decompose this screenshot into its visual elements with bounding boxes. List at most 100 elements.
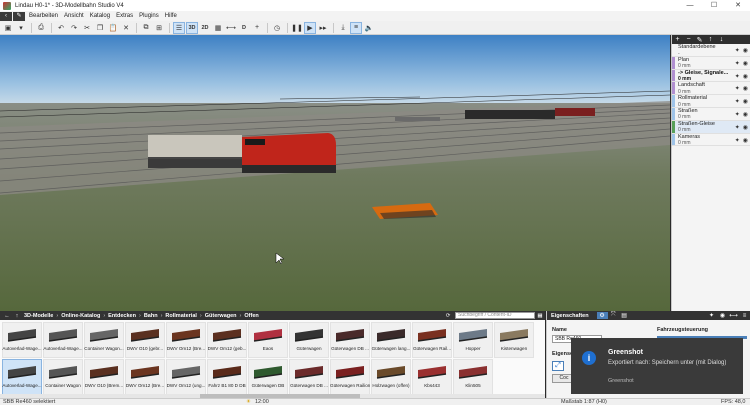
layer-row[interactable]: Rollmaterial 0 mm ✦ ◉ [672, 95, 750, 108]
settings-gear-icon[interactable]: ⚙ [596, 312, 608, 319]
download-icon[interactable]: ⤓ [337, 22, 349, 34]
add-layer-icon[interactable]: + [672, 36, 683, 43]
catalog-item[interactable]: Güterwagen DB [248, 359, 288, 395]
eye-icon[interactable]: ◉ [743, 111, 748, 118]
delete-icon[interactable]: ✕ [120, 22, 132, 34]
redo-icon[interactable]: ↷ [68, 22, 80, 34]
minimize-button[interactable]: — [678, 0, 702, 11]
catalog-item[interactable]: Holzwagen (offen) [371, 359, 411, 395]
eye-icon[interactable]: ◉ [743, 73, 748, 80]
remove-layer-icon[interactable]: − [683, 36, 694, 43]
catalog-search-input[interactable]: Suchbegriff / Content-ID [455, 312, 535, 319]
pin-icon[interactable]: ✦ [735, 98, 740, 105]
layer-row[interactable]: Straßen 0 mm ✦ ◉ [672, 107, 750, 121]
print-icon[interactable]: ⎙ [35, 22, 47, 34]
fast-forward-icon[interactable]: ▸▸ [317, 22, 329, 34]
breadcrumb-item[interactable]: Bahn [142, 313, 160, 319]
copy-objects-icon[interactable]: ⧉ [140, 22, 152, 34]
view-3d-button[interactable]: 3D [186, 21, 198, 34]
catalog-item[interactable]: Autoverlad-Wage... [43, 322, 83, 358]
catalog-item[interactable]: Autoverlad-Wage... [2, 322, 42, 358]
copy-icon[interactable]: ❐ [94, 22, 106, 34]
catalog-item[interactable]: Fahrz B1 80 D DB [207, 359, 247, 395]
pin-icon[interactable]: ✦ [735, 111, 740, 118]
menu-icon[interactable]: ≡ [739, 313, 750, 319]
catalog-item[interactable]: Eaos [248, 322, 288, 358]
back-arrow-icon[interactable]: ← [2, 313, 12, 319]
pin-icon[interactable]: ✦ [735, 137, 740, 144]
catalog-item[interactable]: DWV Om12 (Bre... [166, 322, 206, 358]
catalog-item[interactable]: Güterwagen DB ... [330, 322, 370, 358]
pin-icon[interactable]: ✦ [706, 312, 717, 319]
play-icon[interactable]: ▶ [304, 21, 316, 34]
expand-icon[interactable]: ⤢ [552, 361, 564, 371]
breadcrumb-item[interactable]: Entdecken [106, 313, 138, 319]
layer-row[interactable]: -> Gleise, Signale... 0 mm ✦ ◉ [672, 69, 750, 83]
catalog-item[interactable]: DWV Om12 (Bre... [125, 359, 165, 395]
view-2d-button[interactable]: 2D [199, 22, 211, 34]
add-icon[interactable]: + [251, 22, 263, 34]
pause-icon[interactable]: ❚❚ [291, 22, 303, 34]
link-icon[interactable]: ⟷ [728, 312, 739, 319]
breadcrumb-item[interactable]: 3D-Modelle [22, 313, 55, 319]
breadcrumb-item[interactable]: Offen [242, 313, 260, 319]
time-display[interactable]: 12:00 [255, 399, 269, 405]
breadcrumb-item[interactable]: Güterwagen [203, 313, 239, 319]
menu-plugins[interactable]: Plugins [136, 13, 162, 19]
maximize-button[interactable]: ☐ [702, 0, 726, 11]
transform-icon[interactable]: ⤧ [608, 312, 619, 319]
layer-down-icon[interactable]: ↓ [716, 36, 727, 43]
eye-icon[interactable]: ◉ [743, 98, 748, 105]
grid-view-icon[interactable]: ▦ [535, 313, 545, 319]
catalog-item[interactable]: Güterwagen DB ... [289, 359, 329, 395]
pin-icon[interactable]: ✦ [735, 73, 740, 80]
menu-bearbeiten[interactable]: Bearbeiten [26, 13, 61, 19]
layer-up-icon[interactable]: ↑ [705, 36, 716, 43]
catalog-item[interactable]: DWV Om12 (ung... [166, 359, 206, 395]
paste-icon[interactable]: 📋 [107, 22, 119, 34]
greenshot-notification[interactable]: i Greenshot Exportiert nach: Speichern u… [571, 338, 743, 394]
layers-toggle-icon[interactable]: ≡ [350, 21, 362, 34]
menu-extras[interactable]: Extras [113, 13, 136, 19]
catalog-item[interactable]: Kistenwagen [494, 322, 534, 358]
catalog-item[interactable]: Klin505 [453, 359, 493, 395]
layer-row[interactable]: Plan 0 mm ✦ ◉ [672, 56, 750, 70]
back-arrow-icon[interactable]: ‹ [0, 11, 12, 21]
eye-icon[interactable]: ◉ [717, 312, 728, 319]
menu-hilfe[interactable]: Hilfe [162, 13, 180, 19]
catalog-item[interactable]: Autoverlad-Wage... [2, 359, 42, 395]
list-view-icon[interactable]: ☰ [173, 21, 185, 34]
menu-ansicht[interactable]: Ansicht [61, 13, 87, 19]
catalog-item[interactable]: DWV Om12 (geb... [207, 322, 247, 358]
catalog-item[interactable]: Güterwagen [289, 322, 329, 358]
edit-pencil-icon[interactable]: ✎ [13, 11, 25, 21]
breadcrumb-item[interactable]: Online-Katalog [59, 313, 102, 319]
catalog-item[interactable]: Güterwagen Railion [330, 359, 370, 395]
up-arrow-icon[interactable]: ↑ [12, 313, 22, 319]
d-button[interactable]: D [238, 22, 250, 34]
refresh-icon[interactable]: ⟳ [443, 313, 453, 319]
menu-katalog[interactable]: Katalog [87, 13, 113, 19]
pin-icon[interactable]: ✦ [735, 85, 740, 92]
eye-icon[interactable]: ◉ [743, 60, 748, 67]
catalog-item[interactable]: Hopper [453, 322, 493, 358]
catalog-item[interactable]: Container Wagon... [84, 322, 124, 358]
rename-layer-icon[interactable]: ✎ [694, 36, 705, 44]
catalog-item[interactable]: Güterwagen lang... [371, 322, 411, 358]
catalog-item[interactable]: DWV O10 (gebr... [125, 322, 165, 358]
save-icon[interactable]: ▣ [2, 22, 14, 34]
sound-icon[interactable]: 🔈 [363, 22, 375, 34]
breadcrumb-item[interactable]: Rollmaterial [163, 313, 198, 319]
catalog-item[interactable]: Güterwagen Rail... [412, 322, 452, 358]
layer-row[interactable]: Kameras 0 mm ✦ ◉ [672, 133, 750, 147]
dropdown-icon[interactable]: ▾ [15, 22, 27, 34]
group-icon[interactable]: ⊞ [153, 22, 165, 34]
layers-icon[interactable]: ▤ [619, 312, 630, 319]
eye-icon[interactable]: ◉ [743, 124, 748, 131]
layer-row[interactable]: Landschaft 0 mm ✦ ◉ [672, 82, 750, 96]
undo-icon[interactable]: ↶ [55, 22, 67, 34]
pin-icon[interactable]: ✦ [735, 60, 740, 67]
pin-icon[interactable]: ✦ [735, 47, 740, 54]
grid-icon[interactable]: ▦ [212, 22, 224, 34]
measure-icon[interactable]: ⟷ [225, 22, 237, 34]
